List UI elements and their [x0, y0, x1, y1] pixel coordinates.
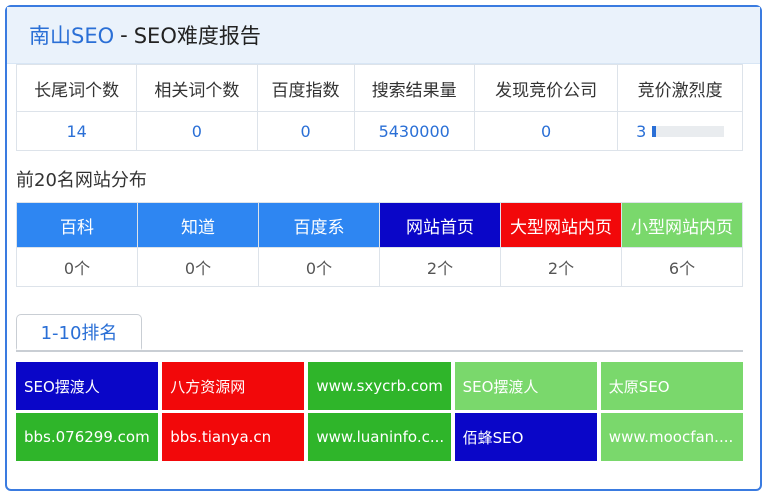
tab-top-10[interactable]: 1-10排名 — [16, 314, 142, 350]
category-small-site-inner: 小型网站内页 — [621, 202, 743, 248]
count-homepage: 2个 — [379, 247, 501, 287]
distribution-table: 百科 知道 百度系 网站首页 大型网站内页 小型网站内页 0个 0个 0个 2个… — [16, 202, 743, 287]
stat-header-longtail: 长尾词个数 — [15, 64, 138, 112]
ranking-item-6[interactable]: bbs.076299.com — [16, 413, 159, 461]
category-baike: 百科 — [16, 202, 138, 248]
stat-value-baidu-index[interactable]: 0 — [256, 111, 355, 151]
ranking-item-7[interactable]: bbs.tianya.cn — [162, 413, 305, 461]
count-baidu-family: 0个 — [258, 247, 380, 287]
report-title: SEO难度报告 — [133, 24, 261, 48]
category-homepage: 网站首页 — [379, 202, 501, 248]
category-baidu-family: 百度系 — [258, 202, 380, 248]
count-small-site-inner: 6个 — [621, 247, 743, 287]
count-zhidao: 0个 — [137, 247, 259, 287]
ranking-grid: SEO摆渡人 八方资源网 www.sxycrb.com SEO摆渡人 太原SEO… — [16, 362, 743, 461]
stat-header-results: 搜索结果量 — [353, 64, 475, 112]
ranking-item-10[interactable]: www.moocfan.... — [600, 413, 743, 461]
bid-intensity-bar — [652, 125, 725, 137]
bid-intensity-fill — [652, 125, 656, 137]
category-zhidao: 知道 — [137, 202, 259, 248]
stat-value-related[interactable]: 0 — [136, 111, 258, 151]
ranking-tabs: 1-10排名 — [16, 314, 743, 352]
ranking-item-1[interactable]: SEO摆渡人 — [16, 362, 159, 410]
ranking-item-2[interactable]: 八方资源网 — [162, 362, 305, 410]
stat-value-bid-intensity: 3 — [617, 111, 743, 151]
stat-header-bid-companies: 发现竞价公司 — [473, 64, 619, 112]
category-large-site-inner: 大型网站内页 — [500, 202, 622, 248]
ranking-item-5[interactable]: 太原SEO — [600, 362, 743, 410]
title-separator: - — [120, 23, 128, 47]
stat-value-results[interactable]: 5430000 — [353, 111, 475, 151]
count-baike: 0个 — [16, 247, 138, 287]
ranking-item-3[interactable]: www.sxycrb.com — [308, 362, 451, 410]
stat-header-bid-intensity: 竞价激烈度 — [617, 64, 743, 112]
ranking-item-4[interactable]: SEO摆渡人 — [454, 362, 597, 410]
stat-value-longtail[interactable]: 14 — [15, 111, 138, 151]
stat-header-baidu-index: 百度指数 — [256, 64, 355, 112]
brand-name[interactable]: 南山SEO — [29, 20, 114, 50]
bid-intensity-number: 3 — [636, 121, 647, 141]
ranking-item-9[interactable]: 佰蜂SEO — [454, 413, 597, 461]
count-large-site-inner: 2个 — [500, 247, 622, 287]
distribution-title: 前20名网站分布 — [16, 170, 147, 191]
ranking-item-8[interactable]: www.luaninfo.c... — [308, 413, 451, 461]
stats-table: 长尾词个数 相关词个数 百度指数 搜索结果量 发现竞价公司 竞价激烈度 14 0… — [15, 64, 743, 151]
stat-value-bid-companies[interactable]: 0 — [473, 111, 619, 151]
report-header: 南山SEO - SEO难度报告 — [7, 7, 760, 64]
stat-header-related: 相关词个数 — [136, 64, 258, 112]
